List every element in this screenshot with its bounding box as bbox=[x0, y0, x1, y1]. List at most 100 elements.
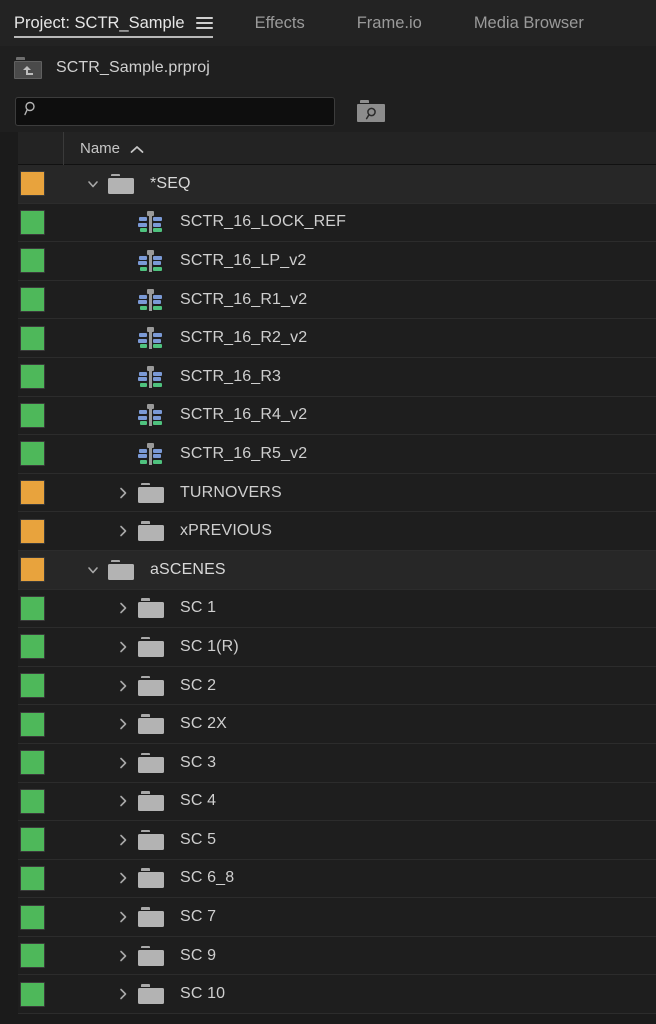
search-input[interactable] bbox=[46, 103, 316, 119]
table-row[interactable]: SC 5 bbox=[18, 821, 656, 860]
label-color-cell[interactable] bbox=[18, 287, 64, 313]
tab-label: Media Browser bbox=[473, 13, 584, 32]
table-row[interactable]: SC 2X bbox=[18, 705, 656, 744]
table-row[interactable]: aSCENES bbox=[18, 550, 656, 590]
table-row[interactable]: SCTR_16_R1_v2 bbox=[18, 280, 656, 320]
label-color-cell[interactable] bbox=[18, 711, 64, 737]
label-color-cell[interactable] bbox=[18, 171, 64, 197]
label-color-cell[interactable] bbox=[18, 595, 64, 621]
chevron-down-icon[interactable] bbox=[78, 177, 108, 191]
table-row[interactable]: SC 7 bbox=[18, 898, 656, 937]
bin-folder-icon bbox=[138, 714, 172, 735]
table-row[interactable]: SC 1(R) bbox=[18, 628, 656, 667]
label-color-cell[interactable] bbox=[18, 673, 64, 699]
label-color-cell[interactable] bbox=[18, 480, 64, 506]
table-row[interactable]: SC 3 bbox=[18, 743, 656, 783]
table-row[interactable]: TURNOVERS bbox=[18, 473, 656, 513]
label-color-swatch[interactable] bbox=[20, 171, 45, 197]
chevron-right-icon[interactable] bbox=[108, 640, 138, 654]
chevron-right-icon[interactable] bbox=[108, 756, 138, 770]
label-color-cell[interactable] bbox=[18, 981, 64, 1007]
chevron-right-icon[interactable] bbox=[108, 524, 138, 538]
table-row[interactable]: SCTR_16_R4_v2 bbox=[18, 396, 656, 436]
table-row[interactable]: SCTR_16_LP_v2 bbox=[18, 242, 656, 281]
label-color-swatch[interactable] bbox=[20, 595, 45, 621]
table-row[interactable]: SCTR_16_R5_v2 bbox=[18, 435, 656, 474]
table-row[interactable]: xPREVIOUS bbox=[18, 512, 656, 551]
label-color-cell[interactable] bbox=[18, 750, 64, 776]
label-color-swatch[interactable] bbox=[20, 904, 45, 930]
tab-effects[interactable]: Effects bbox=[255, 0, 305, 46]
folder-up-arrow-icon[interactable] bbox=[14, 57, 42, 79]
label-color-swatch[interactable] bbox=[20, 402, 45, 428]
label-color-cell[interactable] bbox=[18, 209, 64, 235]
chevron-right-icon[interactable] bbox=[108, 679, 138, 693]
label-color-swatch[interactable] bbox=[20, 981, 45, 1007]
label-color-swatch[interactable] bbox=[20, 943, 45, 969]
label-color-swatch[interactable] bbox=[20, 248, 45, 274]
tab-project-sctr-sample[interactable]: Project: SCTR_Sample bbox=[14, 0, 213, 46]
table-row[interactable]: SC 9 bbox=[18, 936, 656, 976]
chevron-right-icon[interactable] bbox=[108, 987, 138, 1001]
bin-folder-glyph bbox=[138, 945, 164, 966]
label-color-swatch[interactable] bbox=[20, 711, 45, 737]
table-row[interactable]: SC 2 bbox=[18, 666, 656, 706]
label-color-cell[interactable] bbox=[18, 788, 64, 814]
label-color-cell[interactable] bbox=[18, 441, 64, 467]
label-color-cell[interactable] bbox=[18, 943, 64, 969]
table-row[interactable]: SC 1 bbox=[18, 589, 656, 629]
hamburger-menu-icon[interactable] bbox=[195, 17, 213, 29]
label-color-cell[interactable] bbox=[18, 402, 64, 428]
tab-frame-io[interactable]: Frame.io bbox=[357, 0, 422, 46]
bin-folder-glyph bbox=[138, 675, 164, 696]
search-field-wrapper[interactable] bbox=[15, 96, 335, 126]
label-color-swatch[interactable] bbox=[20, 209, 45, 235]
label-color-cell[interactable] bbox=[18, 827, 64, 853]
label-color-swatch[interactable] bbox=[20, 750, 45, 776]
label-color-swatch[interactable] bbox=[20, 518, 45, 544]
chevron-right-icon[interactable] bbox=[108, 486, 138, 500]
label-color-cell[interactable] bbox=[18, 557, 64, 583]
table-row[interactable]: SC 10 bbox=[18, 975, 656, 1015]
label-color-swatch[interactable] bbox=[20, 557, 45, 583]
label-color-cell[interactable] bbox=[18, 248, 64, 274]
label-color-cell[interactable] bbox=[18, 518, 64, 544]
table-row[interactable]: SC 4 bbox=[18, 782, 656, 822]
label-color-swatch[interactable] bbox=[20, 325, 45, 351]
label-color-swatch[interactable] bbox=[20, 788, 45, 814]
label-color-cell[interactable] bbox=[18, 364, 64, 390]
table-row[interactable]: *SEQ bbox=[18, 165, 656, 204]
label-color-swatch[interactable] bbox=[20, 827, 45, 853]
column-header-name[interactable]: Name bbox=[64, 139, 656, 158]
table-row[interactable]: SCTR_16_LOCK_REF bbox=[18, 203, 656, 243]
table-row[interactable]: SC 6_8 bbox=[18, 859, 656, 899]
video-clip-bar bbox=[139, 217, 147, 222]
label-color-cell[interactable] bbox=[18, 325, 64, 351]
label-color-swatch[interactable] bbox=[20, 287, 45, 313]
caret-up-icon[interactable] bbox=[130, 141, 144, 158]
label-color-cell[interactable] bbox=[18, 634, 64, 660]
chevron-right-icon[interactable] bbox=[108, 601, 138, 615]
label-color-swatch[interactable] bbox=[20, 364, 45, 390]
label-color-swatch[interactable] bbox=[20, 480, 45, 506]
chevron-right-icon[interactable] bbox=[108, 794, 138, 808]
chevron-right-icon[interactable] bbox=[108, 910, 138, 924]
find-bin-icon[interactable] bbox=[357, 100, 385, 122]
label-color-swatch[interactable] bbox=[20, 673, 45, 699]
label-color-cell[interactable] bbox=[18, 904, 64, 930]
label-color-swatch[interactable] bbox=[20, 865, 45, 891]
chevron-right-icon[interactable] bbox=[108, 871, 138, 885]
chevron-right-icon[interactable] bbox=[108, 717, 138, 731]
label-color-swatch[interactable] bbox=[20, 441, 45, 467]
bin-tab-shape bbox=[141, 945, 150, 949]
chevron-right-icon[interactable] bbox=[108, 949, 138, 963]
chevron-down-icon[interactable] bbox=[78, 563, 108, 577]
chevron-right-icon[interactable] bbox=[108, 833, 138, 847]
label-color-swatch[interactable] bbox=[20, 634, 45, 660]
sequence-icon bbox=[138, 404, 172, 427]
table-row[interactable]: SCTR_16_R3 bbox=[18, 357, 656, 397]
tab-media-browser[interactable]: Media Browser bbox=[474, 0, 584, 46]
label-color-cell[interactable] bbox=[18, 865, 64, 891]
video-clip-bar bbox=[153, 261, 161, 266]
table-row[interactable]: SCTR_16_R2_v2 bbox=[18, 319, 656, 358]
